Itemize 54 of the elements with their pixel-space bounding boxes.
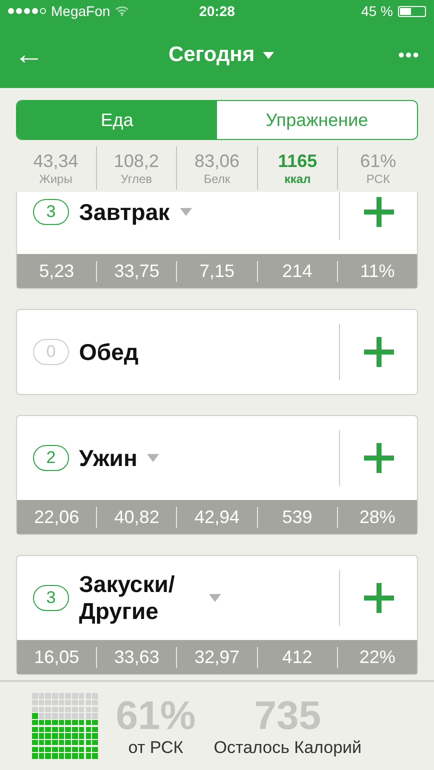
meal-name[interactable]: Ужин xyxy=(79,444,138,472)
caret-icon[interactable] xyxy=(180,208,192,216)
total-value: 42,94 xyxy=(176,506,257,528)
total-value: 412 xyxy=(256,646,337,668)
summary-label: Углев xyxy=(120,172,152,186)
total-value: 22% xyxy=(336,646,418,668)
total-value: 40,82 xyxy=(96,506,176,528)
progress-grid-icon xyxy=(32,693,98,759)
battery-percent: 45 % xyxy=(361,3,393,19)
date-dropdown[interactable]: Сегодня xyxy=(168,43,274,67)
summary-label: РСК xyxy=(366,172,390,186)
wifi-icon xyxy=(115,6,130,16)
signal-icon xyxy=(8,8,46,14)
item-count: 3 xyxy=(33,585,69,611)
total-value: 5,23 xyxy=(38,260,76,282)
tab[interactable]: Еда xyxy=(17,101,217,139)
summary-value: 108,2 xyxy=(114,150,159,172)
summary-value: 43,34 xyxy=(33,150,78,172)
total-value: 539 xyxy=(256,506,337,528)
percent-label: от РСК xyxy=(128,738,184,758)
item-count: 2 xyxy=(33,445,69,471)
total-value: 11% xyxy=(336,260,418,282)
summary-label: ккал xyxy=(284,172,311,186)
meal-name[interactable]: Закуски/ Другие xyxy=(79,571,199,625)
summary-value: 83,06 xyxy=(194,150,240,172)
battery-icon xyxy=(398,6,426,16)
remaining-label: Осталось Калорий xyxy=(214,738,362,758)
more-button[interactable]: ••• xyxy=(394,44,424,66)
summary-label: Жиры xyxy=(39,172,72,186)
summary-value: 61% xyxy=(360,150,396,172)
carrier-name: MegaFon xyxy=(51,3,110,19)
total-value: 33,63 xyxy=(96,646,176,668)
plus-icon xyxy=(362,442,394,474)
total-value: 214 xyxy=(256,260,337,282)
summary-label: Белк xyxy=(204,172,230,186)
plus-icon xyxy=(362,196,394,228)
plus-icon xyxy=(362,582,394,614)
total-value: 7,15 xyxy=(176,260,257,282)
caret-icon xyxy=(262,52,274,58)
meal-name[interactable]: Завтрак xyxy=(79,198,170,226)
tab[interactable]: Упражнение xyxy=(217,101,417,139)
total-value: 32,97 xyxy=(176,646,257,668)
meal-name[interactable]: Обед xyxy=(79,338,138,366)
clock-time: 20:28 xyxy=(199,3,235,19)
total-value: 22,06 xyxy=(33,506,80,528)
caret-icon[interactable] xyxy=(209,594,221,602)
total-value: 28% xyxy=(336,506,418,528)
plus-icon xyxy=(362,336,394,368)
item-count: 3 xyxy=(33,199,69,225)
back-button[interactable]: ← xyxy=(10,38,48,72)
caret-icon[interactable] xyxy=(147,454,160,462)
summary-value: 1165 xyxy=(278,150,318,172)
total-value: 33,75 xyxy=(96,260,176,282)
total-value: 16,05 xyxy=(33,646,80,668)
